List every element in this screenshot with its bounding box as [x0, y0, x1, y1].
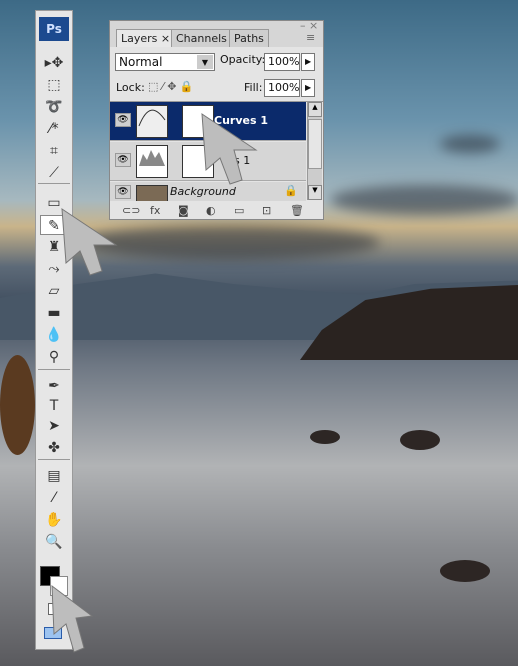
background-color-swatch[interactable] [50, 576, 68, 596]
blend-mode-value: Normal [119, 55, 163, 69]
gradient-tool[interactable]: ▬ [40, 303, 68, 323]
levels-thumbnail [136, 145, 168, 178]
notes-tool[interactable]: ▤ [40, 466, 68, 486]
pen-tool[interactable]: ✒ [40, 376, 68, 396]
crop-tool[interactable]: ⌗ [40, 141, 68, 161]
tool-separator [38, 183, 70, 184]
photoshop-logo: Ps [39, 17, 69, 41]
blend-mode-select[interactable]: Normal ▼ [115, 53, 215, 71]
opacity-label: Opacity: [220, 53, 266, 66]
eyedropper-tool[interactable]: ⁄ [40, 488, 68, 508]
fx-icon[interactable]: fx [150, 204, 160, 217]
layer-row-levels[interactable]: 👁 s 1 [110, 142, 306, 181]
opacity-input[interactable]: 100% [264, 53, 300, 71]
chevron-down-icon: ▼ [197, 55, 213, 69]
layers-list: 👁 Curves 1 👁 s 1 👁 Background 🔒 [110, 101, 323, 201]
slice-tool[interactable]: ⟋ [40, 163, 68, 183]
trash-icon[interactable]: 🗑 [290, 204, 304, 217]
tool-separator [38, 369, 70, 370]
panel-menu-icon[interactable]: ≡ [306, 31, 315, 44]
lock-icons[interactable]: ⬚ ⁄ ✥ 🔒 [148, 80, 194, 93]
background-thumbnail [136, 185, 168, 201]
curves-thumbnail [136, 105, 168, 138]
dodge-tool[interactable]: ⚲ [40, 347, 68, 367]
layer-mask-thumbnail [182, 105, 214, 138]
zoom-tool[interactable]: 🔍 [40, 532, 68, 552]
layer-name: Curves 1 [214, 114, 268, 127]
layer-name: s 1 [234, 154, 251, 167]
layer-mask-thumbnail [182, 145, 214, 178]
eraser-tool[interactable]: ▱ [40, 281, 68, 301]
adjustment-layer-icon[interactable]: ◐ [206, 204, 216, 217]
clone-stamp-tool[interactable]: ♜ [40, 237, 68, 257]
add-mask-icon[interactable]: ◙ [178, 204, 189, 217]
visibility-eye-icon[interactable]: 👁 [115, 185, 131, 199]
screen-mode-icon[interactable] [44, 627, 62, 639]
tool-separator [38, 459, 70, 460]
healing-brush-tool[interactable]: ▭ [40, 193, 68, 213]
tools-panel: Ps ▸✥ ⬚ ➰ ⁄* ⌗ ⟋ ▭ ✎ ♜ ⤳ ▱ ▬ 💧 ⚲ ✒ T ➤ ✤ ▤ ⁄ ✋ 🔍 [35, 10, 73, 650]
layer-name: Background [170, 185, 236, 198]
opacity-slider-button[interactable]: ▶ [301, 53, 315, 71]
custom-shape-tool[interactable]: ✤ [40, 438, 68, 458]
tab-layers[interactable]: Layers × [116, 29, 176, 47]
move-tool[interactable]: ▸✥ [40, 53, 68, 73]
path-selection-tool[interactable]: ➤ [40, 416, 68, 436]
new-group-icon[interactable]: ▭ [234, 204, 244, 217]
lock-label: Lock: [116, 81, 145, 94]
link-layers-icon[interactable]: ⊂⊃ [122, 204, 140, 217]
new-layer-icon[interactable]: ⊡ [262, 204, 271, 217]
tab-channels[interactable]: Channels [171, 29, 232, 47]
magic-wand-tool[interactable]: ⁄* [40, 119, 68, 139]
layers-scrollbar[interactable]: ▲ ▼ [307, 102, 322, 200]
lock-icon: 🔒 [284, 184, 298, 197]
layer-row-curves[interactable]: 👁 Curves 1 [110, 102, 306, 141]
visibility-eye-icon[interactable]: 👁 [115, 153, 131, 167]
brush-tool[interactable]: ✎ [40, 215, 68, 235]
layers-panel: – × Layers × Channels Paths ≡ Normal ▼ O… [109, 19, 324, 220]
visibility-eye-icon[interactable]: 👁 [115, 113, 131, 127]
layer-row-background[interactable]: 👁 Background 🔒 [110, 182, 306, 201]
lasso-tool[interactable]: ➰ [40, 97, 68, 117]
type-tool[interactable]: T [40, 396, 68, 416]
tab-paths[interactable]: Paths [229, 29, 269, 47]
blur-tool[interactable]: 💧 [40, 325, 68, 345]
fill-label: Fill: [244, 81, 263, 94]
history-brush-tool[interactable]: ⤳ [40, 259, 68, 279]
fill-slider-button[interactable]: ▶ [301, 79, 315, 97]
marquee-tool[interactable]: ⬚ [40, 75, 68, 95]
fill-input[interactable]: 100% [264, 79, 300, 97]
hand-tool[interactable]: ✋ [40, 510, 68, 530]
quick-mask-icon[interactable] [48, 603, 58, 615]
